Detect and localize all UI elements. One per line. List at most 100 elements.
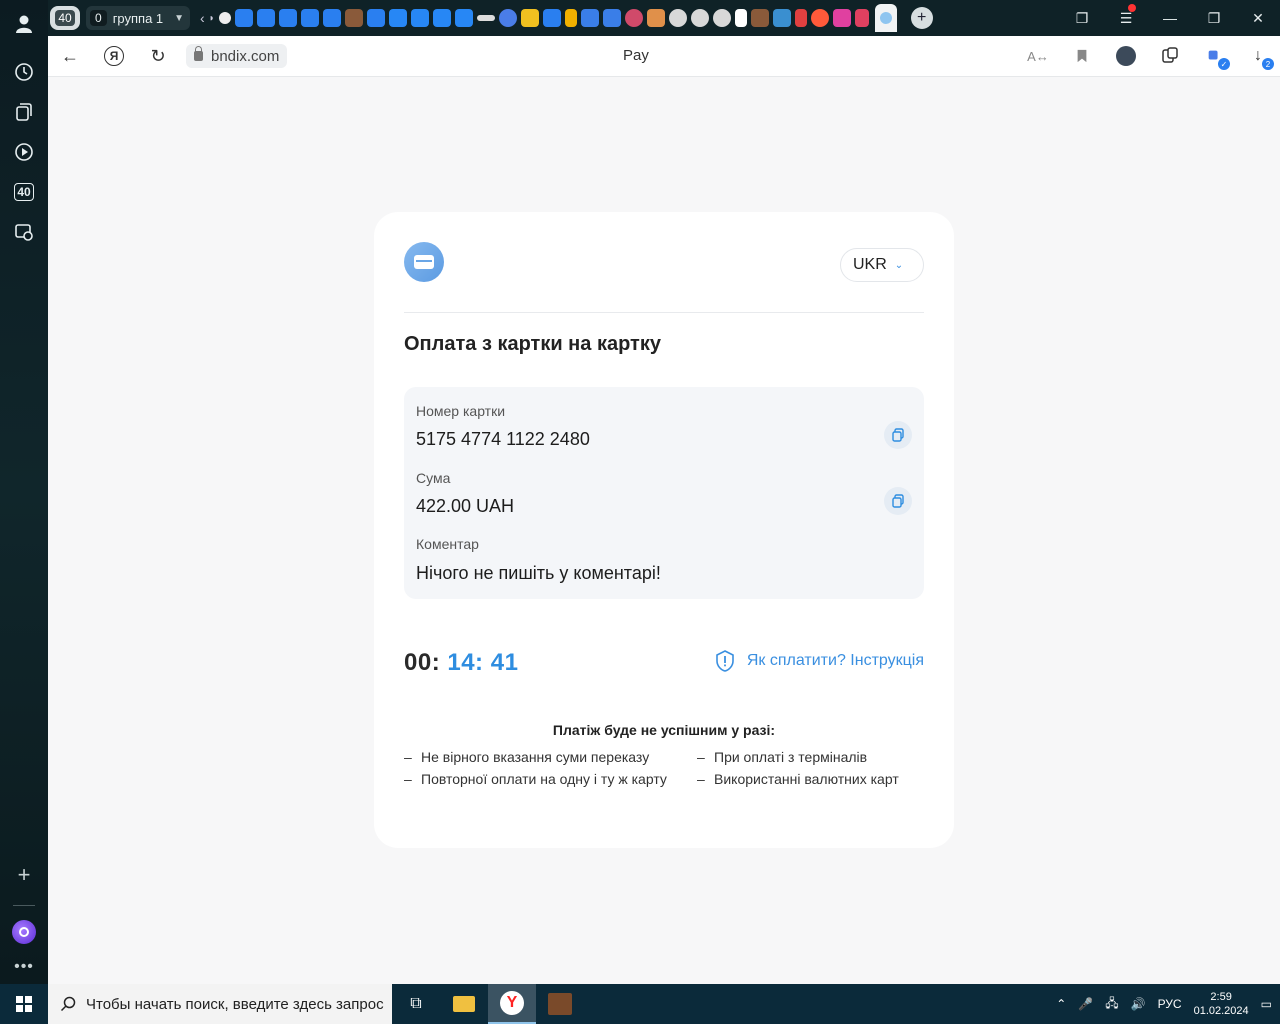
group-name: группа 1 (112, 10, 164, 26)
reload-icon[interactable]: ↻ (136, 36, 180, 76)
amount-value[interactable]: 422.00 UAH (416, 496, 514, 517)
chevron-up-icon[interactable]: ⌃ (1056, 997, 1066, 1011)
chevron-left-icon[interactable]: ‹ (200, 10, 205, 26)
alice-assistant-icon[interactable] (12, 920, 36, 944)
tab-favicon[interactable] (810, 9, 829, 27)
tab-counter-button[interactable]: 40 (8, 176, 40, 208)
restore-icon[interactable]: ❐ (1192, 10, 1236, 27)
tab-favicon-game[interactable] (750, 9, 769, 27)
credit-card-icon (404, 242, 444, 282)
history-icon[interactable] (8, 56, 40, 88)
add-panel-icon[interactable]: + (8, 859, 40, 891)
bookmark-icon[interactable] (1070, 44, 1094, 68)
tab-favicon-document[interactable] (734, 9, 747, 27)
tabs-panel-icon[interactable]: ❐ (1060, 10, 1104, 27)
downloads-icon[interactable]: ↓ 2 (1246, 44, 1274, 70)
start-button[interactable] (0, 984, 48, 1024)
file-explorer-icon[interactable] (440, 984, 488, 1024)
tab-favicon[interactable] (476, 15, 495, 21)
scroll-icon[interactable]: ◗ (209, 13, 215, 24)
back-arrow-icon[interactable]: ← (48, 36, 92, 76)
tab-favicon-vk[interactable] (388, 9, 407, 27)
new-tab-button[interactable]: + (910, 7, 933, 29)
tab-favicon[interactable] (690, 9, 709, 27)
instruction-link-text: Як сплатити? Інструкція (746, 652, 924, 669)
tab-favicon[interactable] (772, 9, 791, 27)
tab-favicon[interactable] (498, 9, 517, 27)
tab-favicon[interactable] (520, 9, 539, 27)
protect-extension-icon[interactable]: ✓ (1202, 44, 1230, 70)
tab-group[interactable]: 0 группа 1 ▼ (86, 6, 190, 30)
tab-favicon-chat[interactable] (256, 9, 275, 27)
tab-favicon[interactable] (646, 9, 665, 27)
pinned-tabs: ‹ ◗ (200, 9, 869, 27)
menu-icon[interactable]: ☰ (1104, 3, 1148, 27)
profile-icon[interactable] (8, 8, 40, 40)
tab-favicon-vk[interactable] (410, 9, 429, 27)
chevron-down-icon: ⌄ (894, 259, 904, 271)
microphone-icon[interactable]: 🎤 (1078, 997, 1093, 1011)
tab-favicon[interactable] (712, 9, 731, 27)
language-select[interactable]: UKR ⌄ (840, 248, 924, 282)
task-view-icon[interactable]: ⧉ (392, 984, 440, 1024)
failure-list-left: Не вірного вказання суми переказу Повтор… (404, 746, 667, 790)
list-item: Не вірного вказання суми переказу (404, 746, 667, 768)
close-icon[interactable]: ✕ (1236, 10, 1280, 27)
language-value: UKR (853, 256, 887, 273)
clock-date: 01.02.2024 (1193, 1005, 1249, 1017)
tab-favicon[interactable] (624, 9, 643, 27)
copy-amount-button[interactable] (884, 487, 912, 515)
url-field[interactable]: bndix.com (186, 44, 288, 68)
tab-favicon-chat[interactable] (234, 9, 253, 27)
volume-icon[interactable]: 🔊 (1131, 997, 1146, 1011)
tab-favicon[interactable] (668, 9, 687, 27)
tab-favicon-vk[interactable] (432, 9, 451, 27)
game-taskbar-icon[interactable] (536, 984, 584, 1024)
tab-favicon[interactable] (580, 9, 599, 27)
instruction-link[interactable]: Як сплатити? Інструкція (713, 649, 924, 673)
window-controls: ❐ ☰ — ❐ ✕ (1060, 0, 1280, 36)
translate-icon[interactable]: A↔ (1026, 44, 1050, 68)
taskbar-search[interactable]: Чтобы начать поиск, введите здесь запрос (48, 984, 392, 1024)
notifications-icon[interactable]: ▭ (1261, 997, 1272, 1011)
failure-conditions-title: Платіж буде не успішним у разі: (552, 722, 776, 738)
yandex-browser-taskbar-icon[interactable]: Y (488, 984, 536, 1024)
input-language[interactable]: РУС (1158, 997, 1182, 1011)
tab-count-button[interactable]: 40 (50, 6, 80, 30)
tab-favicon-pay (879, 12, 892, 24)
page-content: UKR ⌄ Оплата з картки на картку Номер ка… (48, 77, 1280, 984)
card-number-value[interactable]: 5175 4774 1122 2480 (416, 429, 590, 450)
video-play-icon[interactable] (8, 136, 40, 168)
tab-favicon-chat[interactable] (322, 9, 341, 27)
tab-favicon[interactable] (794, 9, 807, 27)
tab-favicon-chat[interactable] (300, 9, 319, 27)
network-icon[interactable]: 🖧 (1105, 994, 1118, 1015)
extension-icon[interactable] (1158, 44, 1182, 68)
tab-favicon-vk[interactable] (454, 9, 473, 27)
timer-hours: 00: (404, 649, 441, 676)
minimize-icon[interactable]: — (1148, 10, 1192, 26)
tab-favicon[interactable] (854, 9, 869, 27)
tab-favicon-mail[interactable] (542, 9, 561, 27)
tab-favicon[interactable] (832, 9, 851, 27)
more-icon[interactable]: ••• (14, 958, 34, 976)
timer-seconds: 41 (490, 649, 519, 676)
group-count: 0 (90, 10, 107, 26)
copy-card-number-button[interactable] (884, 421, 912, 449)
tab-favicon-chat[interactable] (366, 9, 385, 27)
tab-favicon[interactable] (602, 9, 621, 27)
screenshot-icon[interactable] (8, 216, 40, 248)
countdown-timer: 00: 14: 41 (404, 649, 518, 677)
tab-favicon[interactable] (218, 12, 231, 24)
tab-favicon[interactable] (564, 9, 577, 27)
tab-favicon-chat[interactable] (278, 9, 297, 27)
comment-value: Нічого не пишіть у коментарі! (416, 563, 661, 583)
chevron-down-icon[interactable]: ▼ (174, 13, 184, 24)
yandex-button[interactable]: Я (92, 36, 136, 76)
cursor-extension-icon[interactable] (1114, 44, 1138, 68)
active-tab[interactable] (874, 4, 897, 32)
collections-icon[interactable] (8, 96, 40, 128)
timer-minutes: 14: (447, 649, 484, 676)
clock[interactable]: 2:59 01.02.2024 (1194, 990, 1249, 1018)
tab-favicon-game[interactable] (344, 9, 363, 27)
